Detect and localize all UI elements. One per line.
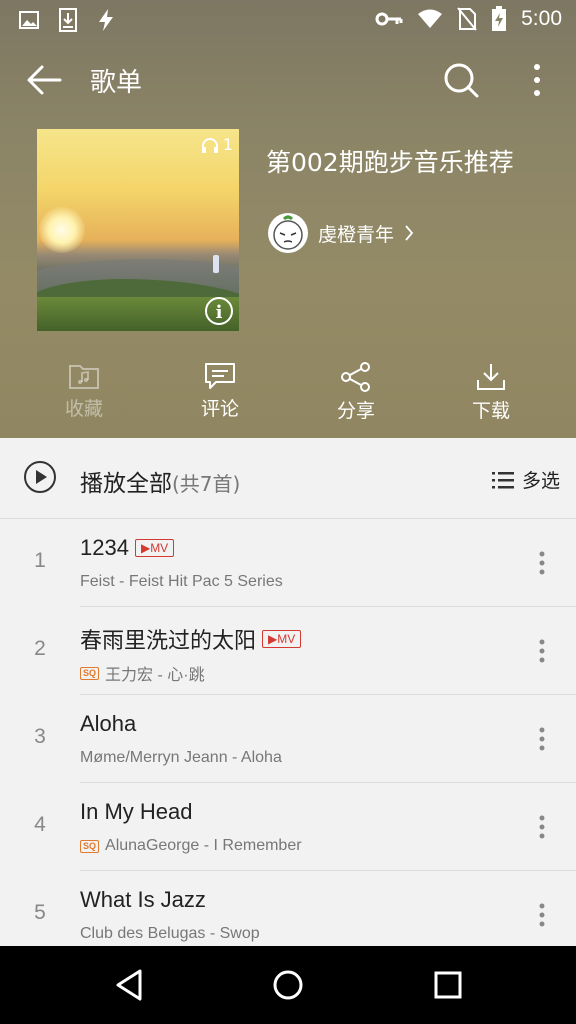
download-button[interactable]: 下载 xyxy=(441,362,541,423)
more-vert-icon[interactable] xyxy=(538,815,546,839)
song-title: What Is Jazz xyxy=(80,887,206,912)
song-row[interactable]: 4 In My Head SQ AlunaGeorge - I Remember xyxy=(0,783,576,871)
song-row[interactable]: 2 春雨里洗过的太阳 ▶MV SQ 王力宏 - 心·跳 xyxy=(0,607,576,695)
sq-badge: SQ xyxy=(80,839,100,853)
song-count: (共7首) xyxy=(172,472,241,496)
back-arrow-icon[interactable] xyxy=(26,62,62,98)
song-title: In My Head xyxy=(80,799,193,824)
song-row[interactable]: 5 What Is Jazz Club des Belugas - Swop xyxy=(0,871,576,946)
vpn-key-icon xyxy=(375,12,403,26)
wifi-icon xyxy=(418,9,443,28)
chevron-right-icon xyxy=(405,225,414,241)
sq-badge: SQ xyxy=(80,666,100,680)
creator-name: 虔橙青年 xyxy=(318,223,395,246)
song-row[interactable]: 1 1234 ▶MV Feist - Feist Hit Pac 5 Serie… xyxy=(0,519,576,607)
more-vert-icon[interactable] xyxy=(538,639,546,663)
mv-badge[interactable]: ▶MV xyxy=(134,539,175,557)
mv-label: MV xyxy=(150,541,169,555)
play-all-label: 播放全部 xyxy=(80,471,172,497)
avatar-face-icon xyxy=(273,215,303,250)
song-title: Aloha xyxy=(80,711,137,736)
no-sim-icon xyxy=(457,7,477,31)
info-icon[interactable]: i xyxy=(205,297,233,325)
favorite-label: 收藏 xyxy=(64,398,103,420)
download-label: 下载 xyxy=(471,400,510,422)
song-title: 1234 xyxy=(80,535,129,560)
headphones-icon xyxy=(201,137,218,153)
play-count: 1 xyxy=(201,135,233,154)
song-index: 4 xyxy=(34,813,46,836)
image-icon xyxy=(19,11,39,29)
song-subtitle-line: SQ 王力宏 - 心·跳 xyxy=(80,661,205,685)
song-title-line: What Is Jazz xyxy=(80,887,206,913)
flash-icon xyxy=(99,9,113,31)
avatar xyxy=(268,213,308,253)
clock: 5:00 xyxy=(521,7,562,30)
nav-home-icon[interactable] xyxy=(272,968,304,1002)
play-circle-icon[interactable] xyxy=(23,460,57,494)
song-subtitle: Feist - Feist Hit Pac 5 Series xyxy=(80,573,283,590)
favorite-folder-icon xyxy=(69,365,99,389)
playlist-title: 第002期跑步音乐推荐 xyxy=(266,148,514,177)
song-title-line: 1234 ▶MV xyxy=(80,535,175,561)
song-title-line: In My Head xyxy=(80,799,193,825)
play-count-value: 1 xyxy=(222,135,233,154)
song-subtitle: 王力宏 - 心·跳 xyxy=(105,667,205,684)
song-title-line: Aloha xyxy=(80,711,136,737)
share-label: 分享 xyxy=(336,400,375,422)
download-icon xyxy=(477,364,505,390)
song-title-line: 春雨里洗过的太阳 ▶MV xyxy=(80,623,302,655)
song-subtitle: AlunaGeorge - I Remember xyxy=(105,837,302,854)
action-row: 收藏 评论 分享 下载 xyxy=(0,362,576,424)
comment-label: 评论 xyxy=(200,398,239,420)
creator-link[interactable]: 虔橙青年 xyxy=(268,213,414,253)
mv-badge[interactable]: ▶MV xyxy=(262,630,302,648)
play-all-button[interactable]: 播放全部(共7首) xyxy=(80,464,240,498)
share-button[interactable]: 分享 xyxy=(306,362,406,423)
list-icon xyxy=(491,471,514,488)
mv-label: MV xyxy=(277,632,296,646)
song-index: 3 xyxy=(34,725,46,748)
more-vert-icon[interactable] xyxy=(538,903,546,927)
comment-icon xyxy=(205,363,235,389)
search-icon[interactable] xyxy=(441,60,481,100)
download-status-icon xyxy=(59,8,77,32)
play-all-bar[interactable]: 播放全部(共7首) 多选 xyxy=(0,438,576,519)
song-index: 5 xyxy=(34,901,46,924)
nav-recents-icon[interactable] xyxy=(434,968,462,1002)
more-vert-icon[interactable] xyxy=(538,551,546,575)
song-subtitle: Møme/Merryn Jeann - Aloha xyxy=(80,749,282,766)
page-title: 歌单 xyxy=(90,68,143,98)
app-bar: 歌单 xyxy=(0,40,576,120)
more-vert-icon[interactable] xyxy=(538,727,546,751)
more-vert-icon[interactable] xyxy=(520,60,554,100)
comment-button[interactable]: 评论 xyxy=(170,362,270,421)
song-subtitle: Club des Belugas - Swop xyxy=(80,925,260,942)
multi-select-button[interactable]: 多选 xyxy=(491,466,560,493)
song-index: 1 xyxy=(34,549,46,572)
cover-person xyxy=(213,255,219,273)
share-icon xyxy=(341,362,370,392)
status-bar: 5:00 xyxy=(0,0,576,40)
cover-sun xyxy=(39,207,85,253)
nav-back-icon[interactable] xyxy=(114,968,144,1002)
battery-charging-icon xyxy=(492,6,507,31)
song-subtitle-line: SQ AlunaGeorge - I Remember xyxy=(80,837,302,855)
playlist-cover[interactable]: 1 i xyxy=(37,129,239,331)
song-index: 2 xyxy=(34,637,46,660)
multi-select-label: 多选 xyxy=(521,470,560,492)
song-row[interactable]: 3 Aloha Møme/Merryn Jeann - Aloha xyxy=(0,695,576,783)
song-title: 春雨里洗过的太阳 xyxy=(80,628,257,653)
system-nav-bar xyxy=(0,946,576,1024)
favorite-button[interactable]: 收藏 xyxy=(34,362,134,421)
